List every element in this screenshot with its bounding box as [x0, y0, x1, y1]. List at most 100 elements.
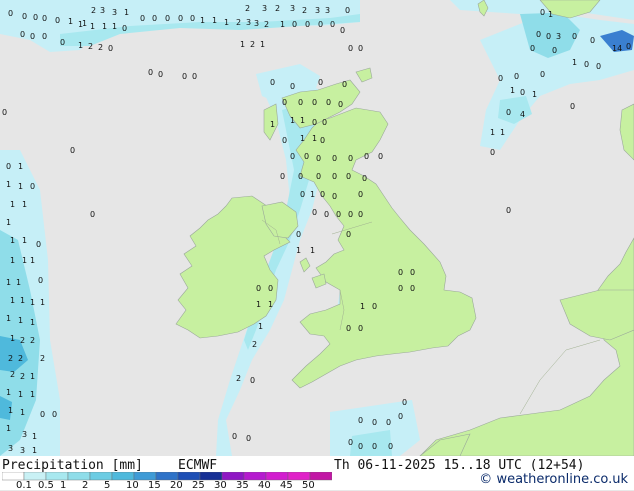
precip-value-label: 0: [372, 302, 377, 311]
precip-value-label: 0: [336, 210, 341, 219]
precip-value-label: 0: [410, 284, 415, 293]
precip-value-label: 1: [300, 134, 305, 143]
precip-value-label: 0: [626, 42, 631, 51]
precip-value-label: 0: [55, 16, 60, 25]
precip-value-label: 0: [324, 210, 329, 219]
precip-value-label: 0: [346, 172, 351, 181]
precip-value-label: 3: [315, 6, 320, 15]
precip-value-label: 1: [10, 334, 15, 343]
precip-value-label: 1: [40, 298, 45, 307]
colorbar-segment: [2, 472, 25, 481]
precip-value-label: 1: [548, 10, 553, 19]
precip-value-label: 0: [358, 442, 363, 451]
precip-value-label: 2: [245, 4, 250, 13]
precip-value-label: 0: [596, 62, 601, 71]
precip-value-label: 0: [398, 284, 403, 293]
precip-value-label: 0: [318, 78, 323, 87]
precip-value-label: 1: [6, 314, 11, 323]
precip-value-label: 1: [18, 182, 23, 191]
precip-value-label: 0: [358, 190, 363, 199]
copyright-icon: ©: [479, 472, 493, 487]
precip-value-label: 0: [372, 442, 377, 451]
precip-value-label: 1: [124, 8, 129, 17]
precip-value-label: 0: [520, 88, 525, 97]
precip-value-label: 0: [90, 210, 95, 219]
precip-value-label: 3: [20, 446, 25, 455]
precip-value-label: 0: [20, 30, 25, 39]
precip-value-label: 0: [108, 44, 113, 53]
colorbar-segment: [67, 472, 91, 481]
precip-value-label: 0: [30, 32, 35, 41]
precip-value-label: 1: [102, 22, 107, 31]
precip-value-label: 0: [280, 172, 285, 181]
precip-value-label: 1: [22, 256, 27, 265]
precip-value-label: 0: [290, 152, 295, 161]
precip-value-label: 0: [316, 154, 321, 163]
precip-value-label: 0: [346, 230, 351, 239]
precip-value-label: 0: [402, 398, 407, 407]
colorbar-segment: [89, 472, 113, 481]
colorbar-segment: [221, 472, 245, 481]
isle-of-man: [299, 257, 311, 273]
colorbar-segment: [243, 472, 267, 481]
colorbar-segment: [155, 472, 179, 481]
precip-value-label: 3: [290, 4, 295, 13]
precip-value-label: 2: [40, 354, 45, 363]
precip-value-label: 2: [20, 372, 25, 381]
precip-value-label: 0: [570, 102, 575, 111]
precip-value-label: 3: [262, 4, 267, 13]
denmark-tip: [619, 103, 634, 161]
precip-value-label: 0: [340, 26, 345, 35]
colorbar-tick-label: 0.1: [16, 480, 32, 491]
precip-value-label: 0: [40, 410, 45, 419]
precip-value-label: 1: [260, 40, 265, 49]
precip-value-label: 1: [500, 128, 505, 137]
precip-value-label: 1: [8, 406, 13, 415]
precip-value-label: 1: [296, 246, 301, 255]
precip-value-label: 2: [252, 340, 257, 349]
precip-value-label: 0: [536, 30, 541, 39]
precip-value-label: 1: [30, 256, 35, 265]
precip-value-label: 2: [250, 40, 255, 49]
precip-value-label: 0: [42, 32, 47, 41]
precip-value-label: 3: [325, 6, 330, 15]
precip-value-label: 0: [312, 208, 317, 217]
precip-value-label: 1: [280, 20, 285, 29]
precip-value-label: 1: [256, 300, 261, 309]
precip-value-label: 0: [8, 9, 13, 18]
precip-value-label: 1: [20, 296, 25, 305]
precip-value-label: 0: [33, 13, 38, 22]
colorbar-tick-label: 20: [170, 480, 183, 491]
precip-value-label: 0: [182, 72, 187, 81]
precipitation-map: 0000011233100000111233210000232323301111…: [0, 0, 634, 456]
precip-value-label: 0: [256, 284, 261, 293]
precip-value-label: 0: [364, 152, 369, 161]
precip-value-label: 0: [270, 78, 275, 87]
great-britain: [291, 107, 477, 389]
precip-value-label: 0: [318, 20, 323, 29]
precip-value-label: 0: [158, 70, 163, 79]
precip-value-label: 1: [30, 372, 35, 381]
precip-value-label: 0: [345, 6, 350, 15]
precip-value-label: 2: [20, 336, 25, 345]
precip-value-label: 0: [2, 108, 7, 117]
precip-value-label: 1: [18, 390, 23, 399]
precip-value-label: 1: [6, 218, 11, 227]
precip-value-label: 2: [264, 20, 269, 29]
precip-value-label: 0: [358, 44, 363, 53]
anglesey: [311, 273, 327, 289]
precip-value-label: 0: [372, 418, 377, 427]
precip-value-label: 0: [320, 190, 325, 199]
precip-value-label: 0: [36, 240, 41, 249]
precip-value-label: 0: [296, 230, 301, 239]
precip-value-label: 1: [510, 86, 515, 95]
precip-value-label: 0: [386, 418, 391, 427]
precip-value-label: 0: [304, 152, 309, 161]
precip-value-label: 0: [388, 442, 393, 451]
colorbar-tick-label: 30: [214, 480, 227, 491]
colorbar-segment: [265, 472, 289, 481]
precip-value-label: 0: [148, 68, 153, 77]
precip-value-label: 1: [6, 424, 11, 433]
precip-value-label: 0: [165, 14, 170, 23]
precip-value-label: 2: [275, 4, 280, 13]
